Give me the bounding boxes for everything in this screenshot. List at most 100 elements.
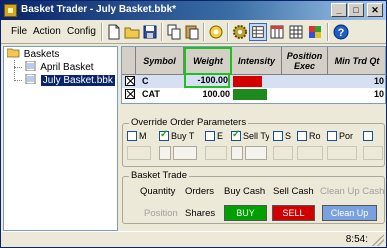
- cell-intensity: [233, 75, 281, 88]
- resize-grip-icon[interactable]: [372, 234, 384, 246]
- calculator-icon[interactable]: [287, 23, 305, 41]
- tree-connector: [14, 67, 22, 68]
- sell-button[interactable]: SELL: [272, 205, 315, 221]
- column-header-symbol[interactable]: Symbol: [136, 47, 184, 75]
- tree-item-july[interactable]: July Basket.bbk: [24, 74, 115, 87]
- cleanup-cash-label: Clean Up Cash: [320, 186, 385, 197]
- row-checkbox[interactable]: [125, 76, 135, 86]
- transmit-icon[interactable]: [207, 23, 225, 41]
- tree-connector: [14, 80, 22, 81]
- cell-weight[interactable]: 100.00: [184, 88, 230, 101]
- quantity-label: Quantity: [140, 186, 176, 197]
- cell-min-trd: 10: [374, 89, 385, 99]
- basket-tree[interactable]: Baskets April Basket July Basket.bbk: [3, 46, 118, 231]
- app-icon: [4, 4, 17, 17]
- copy-icon[interactable]: [165, 23, 183, 41]
- svg-text:?: ?: [338, 27, 345, 39]
- title-bar[interactable]: Basket Trader - July Basket.bbk* _ □ ✕: [1, 1, 386, 20]
- override-checkbox-por[interactable]: Por: [327, 130, 359, 142]
- override-controls-row: [127, 146, 383, 162]
- override-field[interactable]: [273, 146, 293, 160]
- row-checkbox[interactable]: [125, 89, 135, 99]
- tree-item-label: July Basket.bbk: [40, 75, 115, 86]
- checkbox-box: [127, 130, 137, 141]
- column-header-min-trd-qty[interactable]: Min Trd Qt: [328, 47, 385, 75]
- menu-file-label: File: [11, 26, 28, 37]
- override-field[interactable]: [327, 146, 357, 160]
- override-field[interactable]: [127, 146, 151, 160]
- override-checkbox-e[interactable]: E: [205, 130, 227, 142]
- override-field[interactable]: [245, 146, 267, 160]
- checkbox-label: Buy T: [171, 131, 195, 141]
- menu-toolbar: File Action Config ?: [1, 20, 386, 44]
- open-folder-icon[interactable]: [123, 23, 141, 41]
- column-header-position-exec[interactable]: Position Exec: [282, 47, 328, 75]
- colors-icon[interactable]: [306, 23, 324, 41]
- override-checkbox-ro[interactable]: Ro: [297, 130, 325, 142]
- override-dropdown[interactable]: [231, 146, 243, 160]
- override-field[interactable]: [363, 146, 383, 160]
- checkbox-label: S: [285, 131, 292, 141]
- checkbox-box: [205, 130, 215, 141]
- cell-intensity: [233, 88, 281, 101]
- shares-label: Shares: [185, 208, 216, 219]
- override-checkbox-extra[interactable]: [363, 130, 383, 142]
- intensity-bar: [233, 76, 262, 87]
- tree-root-label: Baskets: [23, 49, 60, 60]
- intensity-bar: [233, 89, 267, 100]
- columns-icon[interactable]: [268, 23, 286, 41]
- override-dropdown[interactable]: [159, 146, 171, 160]
- orders-grid[interactable]: Symbol Weight Intensity Position Exec Mi…: [121, 46, 386, 104]
- menu-action[interactable]: Action: [33, 26, 61, 37]
- cell-weight[interactable]: -100.00: [184, 75, 230, 88]
- settings-gear-icon[interactable]: [231, 23, 249, 41]
- override-checkbox-sell-type[interactable]: Sell Ty: [231, 130, 269, 142]
- new-file-icon[interactable]: [105, 23, 123, 41]
- override-field[interactable]: [173, 146, 197, 160]
- toolbar-separator: [101, 23, 103, 41]
- toolbar-separator: [227, 23, 229, 41]
- checkbox-label: Por: [339, 131, 354, 141]
- override-checkbox-s[interactable]: S: [273, 130, 293, 142]
- paste-icon[interactable]: [183, 23, 201, 41]
- menu-file[interactable]: File: [11, 26, 27, 37]
- grid-view-icon[interactable]: [249, 23, 267, 41]
- folder-open-icon: [7, 48, 20, 58]
- cleanup-button[interactable]: Clean Up: [322, 205, 377, 221]
- help-icon[interactable]: ?: [332, 23, 350, 41]
- tree-item-april[interactable]: April Basket: [24, 61, 94, 74]
- override-checkbox-buy-type[interactable]: Buy T: [159, 130, 201, 142]
- checkbox-box: [297, 130, 307, 141]
- checkbox-label: Sell Ty: [243, 131, 269, 141]
- menu-config[interactable]: Config: [67, 26, 96, 37]
- tree-item-label: April Basket: [40, 62, 94, 73]
- menu-config-label: Config: [67, 26, 96, 37]
- cell-min-trd: 10: [374, 76, 385, 86]
- cell-symbol: CAT: [142, 89, 160, 99]
- toolbar-separator: [203, 23, 205, 41]
- toolbar-separator: [327, 23, 329, 41]
- checkbox-label: Ro: [309, 131, 321, 141]
- column-header-intensity[interactable]: Intensity: [232, 47, 282, 75]
- checkbox-box: [363, 130, 373, 141]
- table-row[interactable]: C -100.00 10: [122, 75, 385, 88]
- minimize-button[interactable]: _: [331, 3, 347, 17]
- table-row[interactable]: CAT 100.00 10: [122, 88, 385, 101]
- checkbox-box: [159, 130, 169, 141]
- buy-button[interactable]: BUY: [224, 205, 267, 221]
- override-field[interactable]: [205, 146, 227, 160]
- position-label: Position: [144, 208, 178, 219]
- override-field[interactable]: [297, 146, 323, 160]
- basket-trade-panel: Basket Trade Quantity Orders Buy Cash Se…: [122, 170, 385, 224]
- checkbox-box: [231, 130, 241, 141]
- close-button[interactable]: ✕: [367, 3, 383, 17]
- menu-action-label: Action: [33, 26, 61, 37]
- basket-file-icon: [25, 74, 36, 85]
- status-bar: 8:54:: [1, 231, 386, 247]
- sell-cash-label: Sell Cash: [273, 186, 314, 197]
- override-checkbox-m[interactable]: M: [127, 130, 155, 142]
- column-header-weight[interactable]: Weight: [184, 47, 232, 75]
- maximize-button[interactable]: □: [348, 3, 364, 17]
- save-icon[interactable]: [141, 23, 159, 41]
- override-checkbox-row: M Buy T E Sell Ty S Ro Por: [127, 130, 383, 142]
